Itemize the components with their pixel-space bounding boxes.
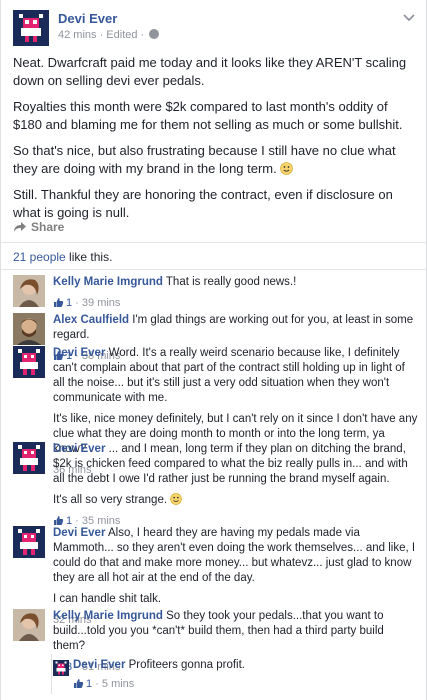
likes-summary: 21 people like this. [13,250,112,264]
share-label: Share [31,220,65,234]
post-header: Devi Ever 42 mins · Edited · [1,0,426,52]
reply-body: Devi Ever Profiteers gonna profit. 1 · 5… [73,658,413,692]
post-paragraph-text: So that's nice, but also frustrating bec… [13,143,396,176]
comment-author[interactable]: Kelly Marie Imgrund [53,276,163,288]
post-paragraph: Still. Thankful they are honoring the co… [13,187,393,220]
share-button[interactable]: Share [13,220,64,234]
post-paragraph: Neat. Dwarfcraft paid me today and it lo… [13,55,407,88]
comment-author[interactable]: Devi Ever [53,443,105,455]
comment-text-continued: I can handle shit talk. [53,593,162,605]
post-meta-text[interactable]: 42 mins · Edited · [58,29,144,41]
post-meta: 42 mins · Edited · [58,29,160,41]
devi-ever-avatar[interactable] [13,346,45,378]
smile-emoji-icon [170,493,183,505]
post-author[interactable]: Devi Ever [58,11,117,26]
comment-text: Also, I heard they are having my pedals … [53,527,416,584]
likes-count-link[interactable]: 21 people [13,250,66,264]
comment-author[interactable]: Alex Caulfield [53,314,129,326]
comment-text: Word. It's a really weird scenario becau… [53,347,405,404]
globe-icon [149,29,160,39]
comment-body: Kelly Marie Imgrund That is really good … [53,275,418,311]
reply-meta: 1 · 5 mins [73,677,413,692]
reply-author[interactable]: Devi Ever [73,659,125,671]
kelly-avatar[interactable] [13,609,45,641]
comment-author[interactable]: Kelly Marie Imgrund [53,610,163,622]
thumbs-up-icon[interactable] [53,297,64,308]
comment-text-continued: It's all so very strange. [53,493,418,508]
post-paragraph: Royalties this month were $2k compared t… [13,99,403,132]
reply-thread-line [51,654,52,694]
reply-time[interactable]: · 5 mins [92,678,134,690]
devi-ever-avatar[interactable] [13,10,49,46]
post-card: Devi Ever 42 mins · Edited · Neat. Dwarf… [0,0,427,700]
smile-emoji-icon [280,161,294,175]
divider [1,269,427,270]
post-paragraph: So that's nice, but also frustrating bec… [13,142,418,177]
comment-text: That is really good news.! [162,276,297,288]
comment-author[interactable]: Devi Ever [53,347,105,359]
comment-author[interactable]: Devi Ever [53,527,105,539]
thumbs-up-icon[interactable] [53,515,64,526]
thumbs-up-icon[interactable] [73,678,84,689]
alex-avatar[interactable] [13,313,45,345]
comment-body: Devi Ever ... and I mean, long term if t… [53,442,418,529]
comment-text-continued-text: It's all so very strange. [53,494,168,506]
divider [1,242,427,243]
comment-meta: 1 · 39 mins [53,296,418,311]
reply-text: Profiteers gonna profit. [125,659,245,671]
devi-ever-avatar[interactable] [13,442,45,474]
comment-text: ... and I mean, long term if they plan o… [53,443,408,485]
share-icon [14,222,26,232]
post-body: Neat. Dwarfcraft paid me today and it lo… [13,54,418,230]
kelly-avatar[interactable] [13,275,45,307]
devi-ever-avatar[interactable] [53,660,69,676]
comment-time[interactable]: · 39 mins [72,297,120,309]
likes-suffix: like this. [65,250,113,264]
chevron-down-icon[interactable] [402,13,416,23]
devi-ever-avatar[interactable] [13,526,45,558]
